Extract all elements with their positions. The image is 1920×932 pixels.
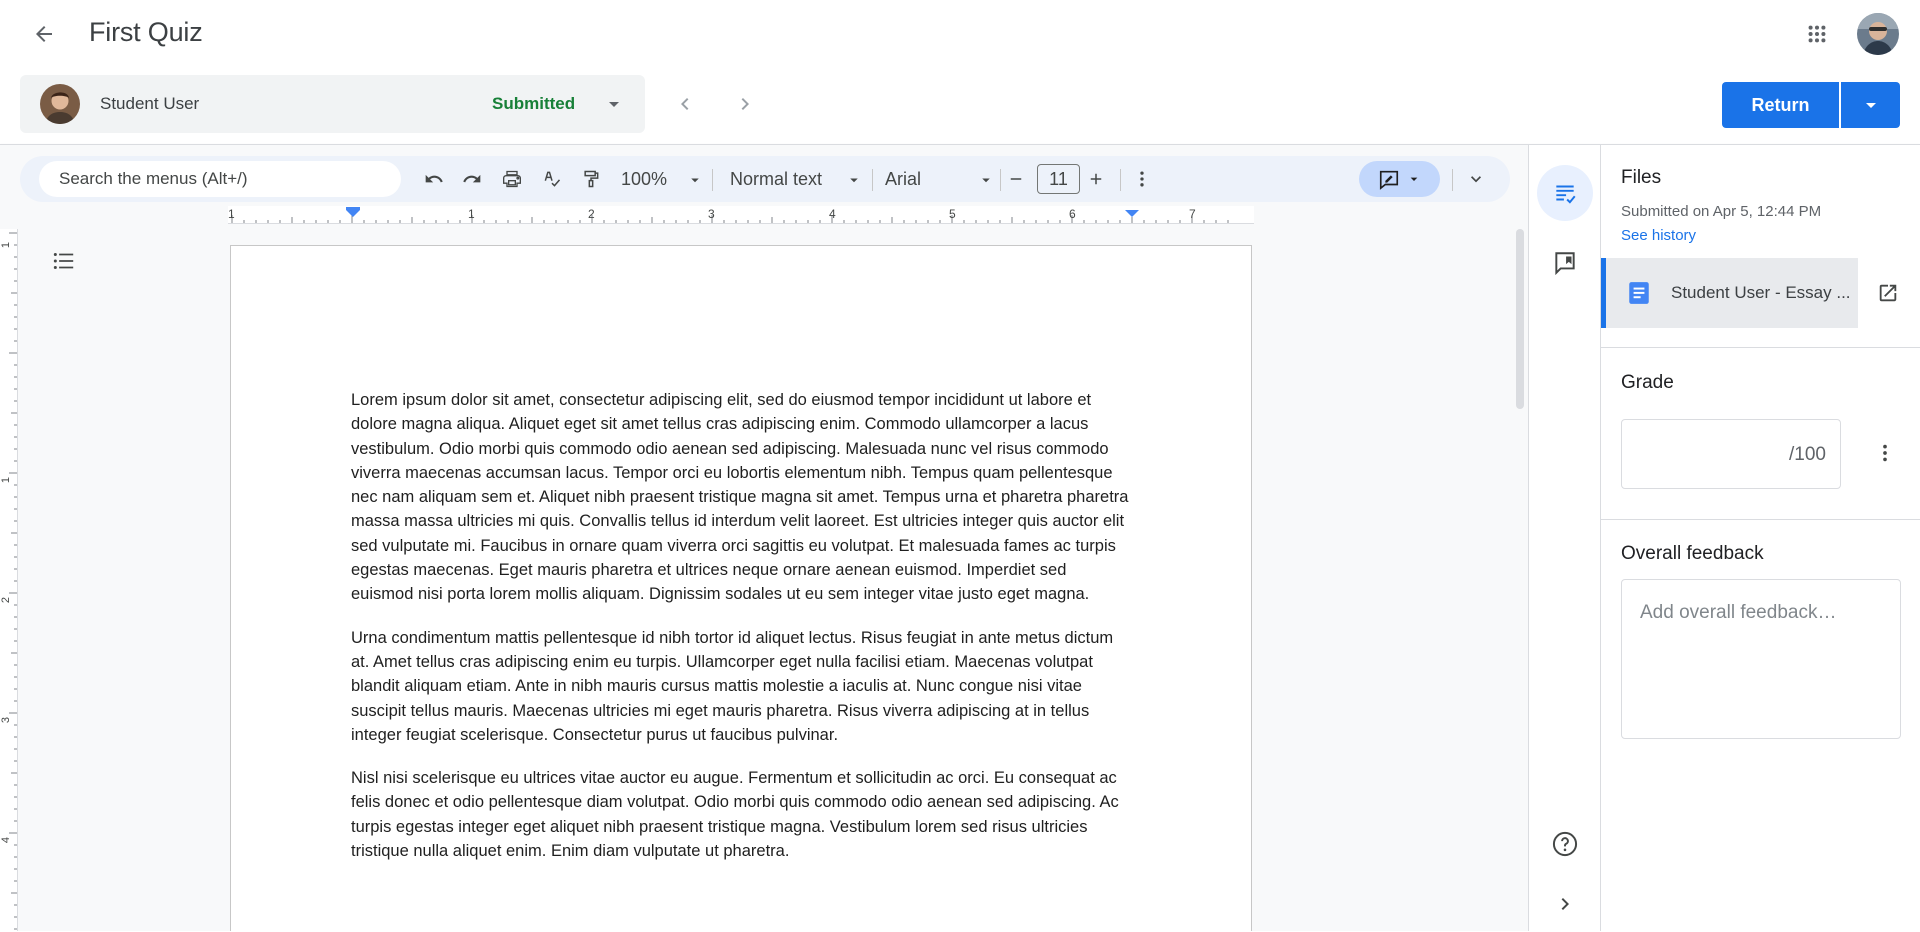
increase-font-size-icon[interactable] — [1082, 165, 1110, 193]
help-icon[interactable] — [1537, 816, 1593, 872]
grade-denominator: /100 — [1789, 444, 1826, 465]
document-paragraph: Nisl nisi scelerisque eu ultrices vitae … — [351, 769, 1119, 861]
ruler-label: 6 — [1069, 207, 1076, 221]
student-name: Student User — [100, 94, 200, 113]
redo-icon[interactable] — [458, 165, 486, 193]
scrollbar-thumb[interactable] — [1516, 229, 1524, 409]
document-paragraph: Urna condimentum mattis pellentesque id … — [351, 628, 1114, 744]
google-apps-icon[interactable] — [1797, 14, 1837, 54]
toolbar-divider — [872, 169, 873, 191]
more-vert-icon[interactable] — [1128, 165, 1156, 193]
return-button-group: Return — [1722, 82, 1900, 128]
editing-mode-icon — [1379, 170, 1398, 190]
student-avatar — [40, 84, 80, 124]
arrow-back-icon[interactable] — [24, 14, 64, 54]
toolbar-divider — [1120, 169, 1121, 191]
toolbar-divider — [1000, 169, 1001, 191]
return-button[interactable]: Return — [1722, 82, 1839, 128]
page-title: First Quiz — [89, 17, 203, 47]
grade-input[interactable]: /100 — [1621, 419, 1841, 489]
horizontal-ruler: 1 1 2 3 4 5 6 7 — [228, 206, 1254, 224]
ruler-label: 4 — [829, 207, 836, 221]
ruler-label: 1 — [228, 207, 235, 221]
chevron-left-icon[interactable] — [665, 84, 705, 124]
feedback-heading: Overall feedback — [1621, 543, 1764, 564]
font-size-input[interactable]: 11 — [1037, 164, 1080, 194]
document-outline-icon[interactable] — [48, 245, 80, 277]
ruler-label: 1 — [0, 241, 13, 249]
return-options-button[interactable] — [1839, 82, 1900, 128]
ruler-label: 1 — [0, 476, 13, 484]
arrow-drop-down-icon — [1410, 177, 1417, 181]
see-history-link[interactable]: See history — [1621, 227, 1696, 244]
font-dropdown-icon[interactable] — [972, 166, 1000, 194]
ruler-label: 7 — [1189, 207, 1196, 221]
attached-file[interactable]: Student User - Essay ... — [1601, 258, 1858, 328]
print-icon[interactable] — [498, 165, 526, 193]
collapse-toolbar-icon[interactable] — [1462, 165, 1490, 193]
document-paragraph: Lorem ipsum dolor sit amet, consectetur … — [351, 391, 1129, 604]
document-viewer: Search the menus (Alt+/) 100% Normal tex… — [0, 145, 1528, 931]
arrow-drop-down-icon[interactable] — [602, 92, 626, 116]
paint-format-icon[interactable] — [577, 165, 605, 193]
undo-icon[interactable] — [420, 165, 448, 193]
google-docs-icon — [1626, 280, 1652, 306]
toolbar-divider — [1452, 169, 1453, 191]
account-avatar[interactable] — [1857, 13, 1899, 55]
ruler-label: 3 — [708, 207, 715, 221]
files-heading: Files — [1621, 167, 1662, 188]
docs-toolbar: Search the menus (Alt+/) 100% Normal tex… — [20, 156, 1510, 202]
grading-panel: Files Submitted on Apr 5, 12:44 PM See h… — [1600, 145, 1920, 931]
editing-mode-button[interactable] — [1359, 161, 1440, 197]
document-body[interactable]: Lorem ipsum dolor sit amet, consectetur … — [351, 388, 1131, 882]
grade-heading: Grade — [1621, 372, 1674, 393]
section-divider — [1601, 519, 1920, 520]
assignment-details-icon[interactable] — [1537, 165, 1593, 221]
menu-search-input[interactable]: Search the menus (Alt+/) — [39, 161, 401, 197]
file-name: Student User - Essay ... — [1671, 283, 1851, 302]
document-page: Lorem ipsum dolor sit amet, consectetur … — [230, 245, 1252, 931]
open-in-new-icon[interactable] — [1873, 278, 1903, 308]
expand-panel-icon[interactable] — [1537, 876, 1593, 932]
ruler-label: 1 — [468, 207, 475, 221]
overall-feedback-input[interactable]: Add overall feedback… — [1621, 579, 1901, 739]
document-scrollbar[interactable] — [1514, 229, 1526, 931]
paragraph-style-select[interactable]: Normal text — [730, 169, 822, 190]
arrow-drop-down-icon — [1865, 103, 1876, 108]
section-divider — [1601, 347, 1920, 348]
ruler-label: 2 — [588, 207, 595, 221]
decrease-font-size-icon[interactable] — [1002, 165, 1030, 193]
style-dropdown-icon[interactable] — [840, 166, 868, 194]
zoom-dropdown-icon[interactable] — [681, 166, 709, 194]
chevron-right-icon[interactable] — [725, 84, 765, 124]
student-selector[interactable]: Student User Submitted — [20, 75, 645, 133]
ruler-label: 5 — [949, 207, 956, 221]
ruler-label: 3 — [0, 716, 13, 724]
spellcheck-icon[interactable] — [538, 165, 566, 193]
ruler-label: 2 — [0, 596, 13, 604]
status-badge: Submitted — [492, 94, 576, 113]
ruler-label: 4 — [0, 836, 13, 844]
top-app-bar: First Quiz — [0, 0, 1920, 68]
vertical-ruler: 1 1 2 3 4 — [0, 229, 18, 931]
font-select[interactable]: Arial — [885, 169, 921, 190]
submitted-timestamp: Submitted on Apr 5, 12:44 PM — [1621, 203, 1822, 220]
comment-bank-icon[interactable] — [1537, 235, 1593, 291]
more-vert-icon[interactable] — [1870, 435, 1900, 471]
side-rail — [1528, 145, 1600, 931]
zoom-select[interactable]: 100% — [621, 169, 667, 190]
toolbar-divider — [712, 169, 713, 191]
